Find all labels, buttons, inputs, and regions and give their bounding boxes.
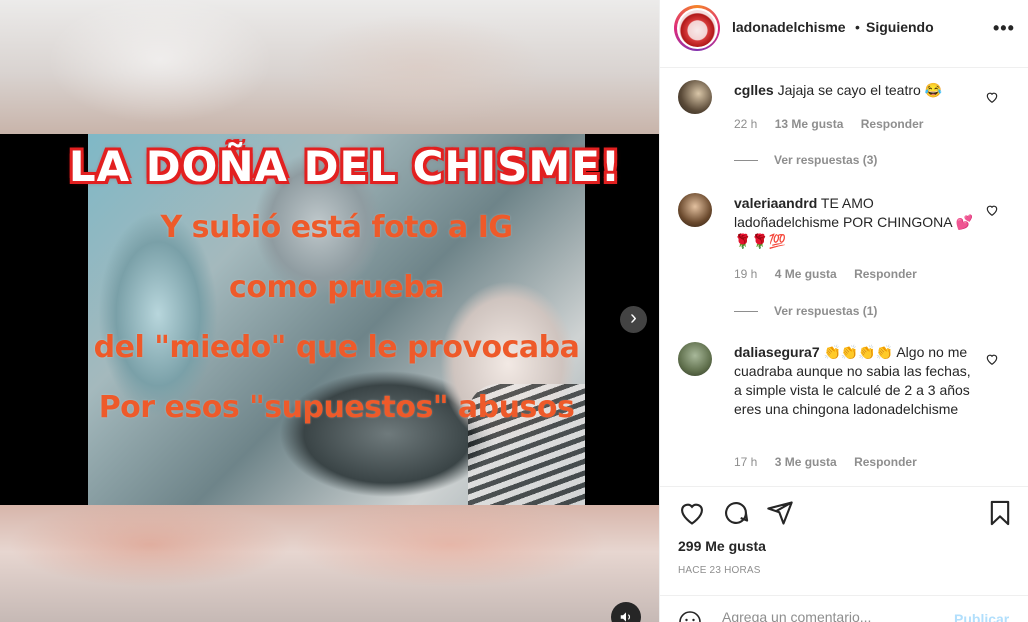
comment-body: Jajaja se cayo el teatro 😂 — [777, 82, 943, 98]
like-comment-heart-icon[interactable] — [985, 90, 999, 104]
add-comment-bar: Publicar — [660, 595, 1028, 622]
post-media: La doña del chisme! Y subió está foto a … — [0, 0, 659, 622]
view-replies-button[interactable]: Ver respuestas (3) — [734, 153, 877, 167]
post-timestamp: HACE 23 HORAS — [678, 565, 761, 576]
blurred-background-top — [0, 0, 659, 134]
overlay-line-3: del "miedo" que le provocaba — [93, 330, 580, 365]
avatar[interactable] — [678, 80, 712, 114]
comment-bubble-icon[interactable] — [722, 499, 750, 527]
comment-username[interactable]: daliasegura7 — [734, 344, 820, 360]
blurred-background-bottom — [0, 505, 659, 622]
profile-logo — [678, 9, 716, 47]
following-button[interactable]: Siguiendo — [866, 19, 934, 35]
like-heart-icon[interactable] — [678, 499, 706, 527]
comment-likes[interactable]: 13 Me gusta — [775, 117, 844, 131]
comment-time: 19 h — [734, 267, 758, 281]
speaker-icon — [620, 612, 631, 622]
comment-text: valeriaandrd TE AMO ladoñadelchisme POR … — [734, 194, 976, 251]
comment-text: daliasegura7 👏👏👏👏 Algo no me cuadraba au… — [734, 343, 976, 419]
reply-button[interactable]: Responder — [854, 455, 917, 469]
overlay-line-1: Y subió está foto a IG — [160, 210, 513, 245]
like-comment-heart-icon[interactable] — [985, 352, 999, 366]
replies-divider — [734, 310, 758, 312]
comment-meta: 19 h 4 Me gusta Responder — [734, 267, 931, 281]
comment-text: cglles Jajaja se cayo el teatro 😂 — [734, 81, 976, 100]
header-separator: • — [855, 19, 860, 35]
avatar[interactable] — [674, 5, 720, 51]
like-comment-heart-icon[interactable] — [985, 203, 999, 217]
overlay-title: La doña del chisme! — [68, 142, 622, 191]
view-replies-button[interactable]: Ver respuestas (1) — [734, 304, 877, 318]
emoji-icon[interactable] — [678, 610, 702, 622]
likes-count[interactable]: 299 Me gusta — [678, 538, 766, 554]
chevron-right-icon: › — [630, 307, 637, 329]
comment-likes[interactable]: 4 Me gusta — [775, 267, 837, 281]
share-plane-icon[interactable] — [766, 499, 794, 527]
comment-meta: 17 h 3 Me gusta Responder — [734, 455, 931, 469]
avatar[interactable] — [678, 342, 712, 376]
comment-username[interactable]: cglles — [734, 82, 774, 98]
comments-list[interactable]: cglles Jajaja se cayo el teatro 😂 22 h 1… — [660, 68, 1028, 486]
video-frame[interactable]: La doña del chisme! Y subió está foto a … — [0, 134, 659, 505]
overlay-line-2: como prueba — [229, 270, 444, 305]
view-replies-label: Ver respuestas (1) — [774, 304, 878, 318]
comment-username[interactable]: valeriaandrd — [734, 195, 817, 211]
comment-time: 17 h — [734, 455, 758, 469]
bookmark-icon[interactable] — [986, 499, 1014, 527]
header-username[interactable]: ladonadelchisme — [732, 19, 846, 35]
avatar[interactable] — [678, 193, 712, 227]
post-header: ladonadelchisme • Siguiendo ••• — [660, 0, 1028, 68]
comment-time: 22 h — [734, 117, 758, 131]
reply-button[interactable]: Responder — [861, 117, 924, 131]
reply-button[interactable]: Responder — [854, 267, 917, 281]
comment-meta: 22 h 13 Me gusta Responder — [734, 117, 937, 131]
more-options-icon[interactable]: ••• — [993, 18, 1015, 39]
view-replies-label: Ver respuestas (3) — [774, 153, 878, 167]
next-slide-button[interactable]: › — [620, 306, 647, 333]
replies-divider — [734, 159, 758, 161]
overlay-line-4: Por esos "supuestos" abusos — [98, 390, 575, 425]
comment-input[interactable] — [722, 609, 942, 622]
post-side-panel: ladonadelchisme • Siguiendo ••• cglles J… — [659, 0, 1028, 622]
post-actions: 299 Me gusta HACE 23 HORAS Publicar — [660, 486, 1028, 622]
publish-button[interactable]: Publicar — [954, 611, 1009, 622]
comment-likes[interactable]: 3 Me gusta — [775, 455, 837, 469]
